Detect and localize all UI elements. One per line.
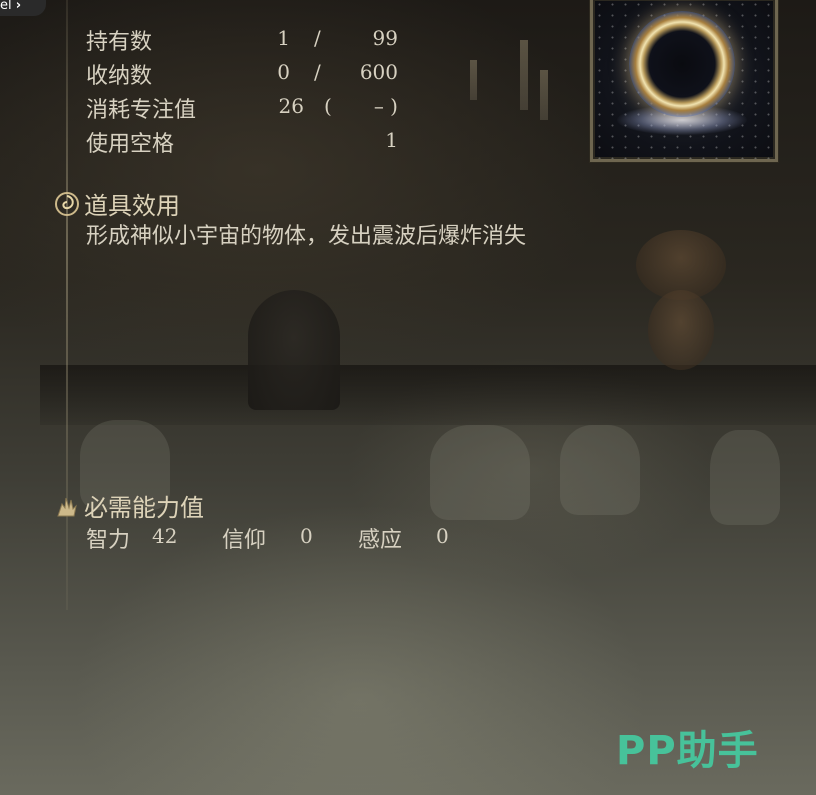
candle-pillar [520, 40, 528, 110]
cup-silhouette [430, 425, 530, 520]
stat-row-held: 持有数 1 / 99 [86, 24, 416, 58]
req-label-faith: 信仰 [222, 528, 267, 553]
stat-row-slots: 使用空格 1 [86, 126, 416, 160]
req-value-faith: 0 [300, 524, 313, 548]
candle-pillar [540, 70, 548, 120]
cosmic-ring [629, 11, 735, 117]
cup-silhouette [560, 425, 640, 515]
req-value-int: 42 [152, 524, 178, 548]
bookshelf-shadow [40, 365, 816, 425]
stat-label: 持有数 [86, 30, 153, 55]
req-label-arcane: 感应 [358, 528, 403, 553]
cup-silhouette [710, 430, 780, 525]
hand-icon [57, 497, 77, 517]
requirements-list: 智力 42 信仰 0 感应 0 [86, 522, 506, 556]
req-value-arcane: 0 [436, 524, 449, 548]
stat-separator: / [314, 60, 321, 84]
stat-row-stored: 收纳数 0 / 600 [86, 58, 416, 92]
stat-label: 使用空格 [86, 132, 175, 157]
urn-silhouette [648, 290, 714, 370]
stat-value-max: 99 [372, 26, 398, 50]
stat-label: 消耗专注值 [86, 98, 197, 123]
back-button[interactable]: el › [0, 0, 46, 16]
req-label-int: 智力 [86, 528, 131, 553]
watermark-logo: PP助手 [616, 728, 759, 774]
chevron-right-icon: › [15, 0, 22, 13]
stat-value-current: 0 [277, 60, 290, 84]
hooded-figure [248, 290, 340, 410]
candle-pillar [470, 60, 477, 100]
stat-value-max: 1 [385, 128, 398, 152]
stat-separator: ( [324, 94, 332, 118]
stat-value-max: – ) [373, 94, 398, 118]
stat-value-current: 1 [277, 26, 290, 50]
item-stats: 持有数 1 / 99 收纳数 0 / 600 消耗专注值 26 ( – ) 使用… [86, 24, 416, 160]
requirements-heading: 必需能力值 [84, 494, 204, 522]
effect-heading: 道具效用 [84, 192, 180, 220]
stat-label: 收纳数 [86, 64, 153, 89]
item-artwork [590, 0, 778, 162]
stat-value-current: 26 [278, 94, 304, 118]
swirl-icon [55, 192, 79, 216]
back-label: el [0, 0, 12, 13]
stat-separator: / [314, 26, 321, 50]
stat-value-max: 600 [359, 60, 398, 84]
effect-description: 形成神似小宇宙的物体，发出震波后爆炸消失 [86, 224, 527, 249]
stat-row-fp-cost: 消耗专注值 26 ( – ) [86, 92, 416, 126]
